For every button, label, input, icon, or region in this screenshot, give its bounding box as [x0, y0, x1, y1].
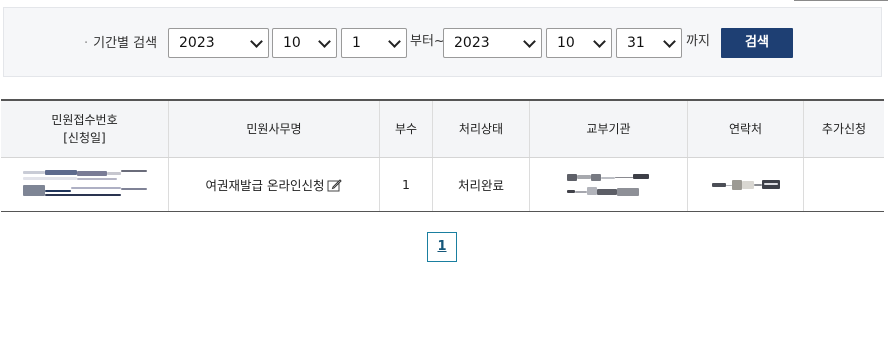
edit-icon[interactable]: [327, 178, 343, 192]
to-day-value: 31: [627, 35, 645, 51]
redacted-issuing-agency: [565, 170, 653, 200]
search-button[interactable]: 검색: [721, 28, 793, 58]
header-copies-label: 부수: [394, 122, 418, 136]
from-day-value: 1: [352, 35, 361, 51]
from-year-select[interactable]: 2023: [168, 28, 269, 58]
header-copies: 부수: [380, 101, 433, 157]
header-issuing-agency: 교부기관: [530, 101, 688, 157]
header-contact: 연락처: [688, 101, 804, 157]
from-year-value: 2023: [179, 35, 215, 51]
to-month-value: 10: [557, 35, 575, 51]
header-contact-label: 연락처: [728, 122, 763, 136]
header-service-name: 민원사무명: [169, 101, 380, 157]
header-additional-request: 추가신청: [804, 101, 884, 157]
cell-contact-redacted: [688, 158, 804, 211]
from-month-value: 10: [283, 35, 301, 51]
chevron-down-icon: [318, 35, 331, 48]
to-suffix-text: 까지: [686, 34, 710, 49]
chevron-down-icon: [593, 35, 606, 48]
period-search-label: · 기간별 검색: [84, 37, 157, 51]
header-additional-request-label: 추가신청: [821, 122, 867, 136]
application-history-table: 민원접수번호 [신청일] 민원사무명 부수 처리상태 교부기관 연락처 추가신청: [1, 99, 884, 212]
from-month-select[interactable]: 10: [272, 28, 337, 58]
from-suffix-text: 부터~: [410, 34, 445, 49]
cell-copies: 1: [380, 158, 433, 211]
header-issuing-agency-label: 교부기관: [586, 122, 631, 136]
status-value: 처리완료: [457, 178, 504, 193]
header-receipt-number-label: 민원접수번호: [51, 113, 118, 127]
table-row: 여권재발급 온라인신청 1 처리완료: [1, 158, 884, 212]
service-name-link[interactable]: 여권재발급 온라인신청: [206, 175, 325, 194]
chevron-down-icon: [388, 35, 401, 48]
header-receipt-number: 민원접수번호 [신청일]: [1, 101, 169, 157]
header-receipt-date-label: [신청일]: [63, 131, 106, 145]
header-service-name-label: 민원사무명: [246, 122, 302, 136]
header-status: 처리상태: [433, 101, 530, 157]
chevron-down-icon: [250, 35, 263, 48]
period-search-label-text: 기간별 검색: [93, 36, 158, 51]
cell-receipt-number-redacted: [1, 158, 169, 211]
to-day-select[interactable]: 31: [616, 28, 682, 58]
to-year-value: 2023: [454, 35, 490, 51]
top-edge-divider: [794, 0, 888, 1]
to-year-select[interactable]: 2023: [443, 28, 542, 58]
copies-value: 1: [402, 177, 410, 192]
cell-issuing-agency-redacted: [530, 158, 688, 211]
table-header-row: 민원접수번호 [신청일] 민원사무명 부수 처리상태 교부기관 연락처 추가신청: [1, 99, 884, 158]
bullet-glyph: ·: [84, 36, 89, 51]
to-month-select[interactable]: 10: [546, 28, 612, 58]
cell-status: 처리완료: [433, 158, 530, 211]
chevron-down-icon: [523, 35, 536, 48]
redacted-receipt-number: [21, 167, 149, 203]
cell-service-name[interactable]: 여권재발급 온라인신청: [169, 158, 380, 211]
chevron-down-icon: [663, 35, 676, 48]
from-day-select[interactable]: 1: [341, 28, 407, 58]
cell-additional-request: [804, 158, 884, 211]
pagination-page-1[interactable]: 1: [427, 232, 457, 262]
redacted-contact: [710, 178, 782, 192]
header-status-label: 처리상태: [458, 122, 504, 136]
